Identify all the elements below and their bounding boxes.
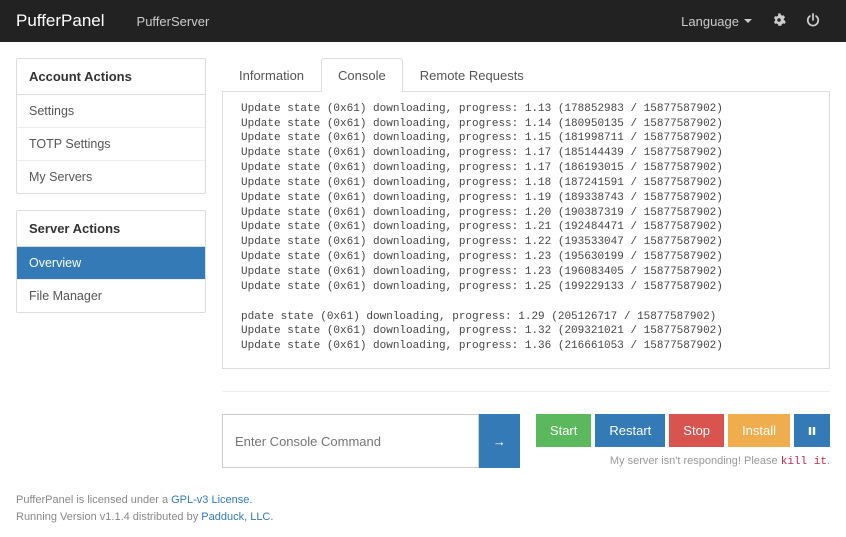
license-link[interactable]: GPL-v3 License. bbox=[171, 494, 252, 506]
language-label: Language bbox=[681, 14, 739, 29]
brand[interactable]: PufferPanel bbox=[16, 11, 105, 31]
restart-button[interactable]: Restart bbox=[595, 414, 665, 447]
sidebar-item-totp[interactable]: TOTP Settings bbox=[17, 127, 205, 160]
command-input-group: → bbox=[222, 414, 520, 468]
sidebar-item-filemanager[interactable]: File Manager bbox=[17, 279, 205, 312]
footer: PufferPanel is licensed under a GPL-v3 L… bbox=[0, 484, 846, 537]
power-icon[interactable] bbox=[796, 13, 830, 30]
caret-down-icon bbox=[744, 19, 752, 23]
main-container: Account Actions Settings TOTP Settings M… bbox=[0, 42, 846, 484]
pause-icon bbox=[808, 426, 816, 436]
install-button[interactable]: Install bbox=[728, 414, 790, 447]
sidebar-item-settings[interactable]: Settings bbox=[17, 95, 205, 127]
command-input[interactable] bbox=[222, 414, 479, 468]
server-actions-heading: Server Actions bbox=[17, 211, 205, 247]
server-actions-panel: Server Actions Overview File Manager bbox=[16, 210, 206, 313]
kill-link[interactable]: kill it bbox=[781, 456, 827, 468]
account-actions-heading: Account Actions bbox=[17, 59, 205, 95]
tab-information[interactable]: Information bbox=[222, 58, 321, 92]
tabs: Information Console Remote Requests bbox=[222, 58, 830, 92]
server-name[interactable]: PufferServer bbox=[125, 14, 222, 29]
console-panel: Update state (0x61) downloading, progres… bbox=[222, 92, 830, 369]
start-button[interactable]: Start bbox=[536, 414, 591, 447]
navbar: PufferPanel PufferServer Language bbox=[0, 0, 846, 42]
sidebar: Account Actions Settings TOTP Settings M… bbox=[16, 58, 206, 329]
distributor-link[interactable]: Padduck, LLC. bbox=[201, 511, 273, 523]
main-content: Information Console Remote Requests Upda… bbox=[222, 58, 830, 468]
stop-button[interactable]: Stop bbox=[669, 414, 724, 447]
language-dropdown[interactable]: Language bbox=[671, 14, 762, 29]
controls-row: → Start Restart Stop Install My server i… bbox=[222, 391, 830, 468]
console-output[interactable]: Update state (0x61) downloading, progres… bbox=[223, 100, 827, 360]
action-buttons: Start Restart Stop Install bbox=[536, 414, 830, 447]
sidebar-item-overview[interactable]: Overview bbox=[17, 247, 205, 279]
account-actions-panel: Account Actions Settings TOTP Settings M… bbox=[16, 58, 206, 194]
settings-icon[interactable] bbox=[762, 13, 796, 30]
sidebar-item-myservers[interactable]: My Servers bbox=[17, 160, 205, 193]
kill-note: My server isn't responding! Please kill … bbox=[536, 455, 830, 468]
tab-remote-requests[interactable]: Remote Requests bbox=[403, 58, 541, 92]
action-button-area: Start Restart Stop Install My server isn… bbox=[536, 414, 830, 468]
command-submit-button[interactable]: → bbox=[479, 414, 520, 468]
pause-button[interactable] bbox=[794, 414, 830, 447]
tab-console[interactable]: Console bbox=[321, 58, 403, 92]
